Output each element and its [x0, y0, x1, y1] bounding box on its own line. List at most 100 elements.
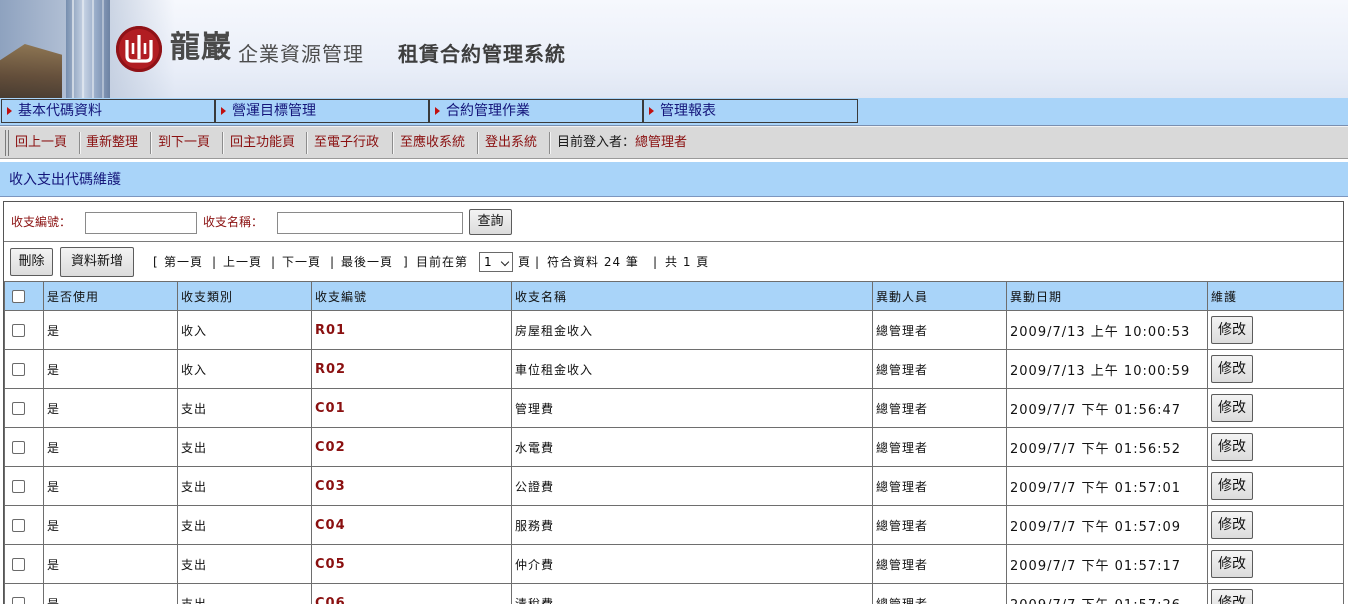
- action-cell: 修改: [1207, 349, 1344, 389]
- row-checkbox[interactable]: [12, 597, 25, 604]
- name-cell: 服務費: [511, 505, 873, 545]
- pager-divider: |: [653, 255, 659, 269]
- e-admin-link[interactable]: 至電子行政: [314, 131, 379, 155]
- row-checkbox[interactable]: [12, 441, 25, 454]
- menu-arrow-icon: [7, 107, 12, 115]
- building-image: [66, 0, 110, 98]
- next-page-link[interactable]: 下一頁: [282, 254, 321, 270]
- column-header: 是否使用: [43, 281, 178, 311]
- current-user-name: 總管理者: [635, 135, 688, 150]
- pager-divider: |: [212, 255, 218, 269]
- page-title: 收入支出代碼維護: [0, 162, 1348, 197]
- editor-cell: 總管理者: [872, 388, 1007, 428]
- code-cell: R01: [311, 310, 512, 350]
- toolbar: 回上一頁 重新整理 到下一頁 回主功能頁 至電子行政 至應收系統 登出系統 目前…: [0, 126, 1348, 159]
- select-all-checkbox[interactable]: [12, 290, 25, 303]
- column-header: 收支類別: [177, 281, 312, 311]
- last-page-link[interactable]: 最後一頁: [341, 254, 393, 270]
- current-page-suffix: 頁: [518, 255, 532, 269]
- code-cell: C05: [311, 544, 512, 584]
- menu-reports[interactable]: 管理報表: [643, 99, 858, 123]
- action-cell: 修改: [1207, 466, 1344, 506]
- row-checkbox[interactable]: [12, 558, 25, 571]
- table-header-row: 是否使用 收支類別 收支編號 收支名稱 異動人員 異動日期 維護: [4, 281, 1344, 311]
- edit-button[interactable]: 修改: [1211, 394, 1253, 422]
- active-cell: 是: [43, 349, 178, 389]
- type-cell: 支出: [177, 427, 312, 467]
- add-record-button[interactable]: 資料新增: [60, 247, 134, 277]
- go-forward-link[interactable]: 到下一頁: [158, 131, 210, 155]
- row-checkbox[interactable]: [12, 324, 25, 337]
- active-cell: 是: [43, 310, 178, 350]
- name-search-input[interactable]: [277, 212, 463, 234]
- date-cell: 2009/7/7 下午 01:57:17: [1006, 544, 1208, 584]
- menu-label: 管理報表: [660, 103, 716, 119]
- code-cell: R02: [311, 349, 512, 389]
- pager-close-bracket: ]: [403, 255, 409, 269]
- top-menu-bar: 基本代碼資料 營運目標管理 合約管理作業 管理報表: [0, 98, 1348, 126]
- action-cell: 修改: [1207, 388, 1344, 428]
- code-search-input[interactable]: [85, 212, 197, 234]
- edit-button[interactable]: 修改: [1211, 550, 1253, 578]
- match-count-text: 符合資料 24 筆: [547, 255, 639, 269]
- edit-button[interactable]: 修改: [1211, 355, 1253, 383]
- header-banner: 龍巖 企業資源管理 租賃合約管理系統: [0, 0, 1348, 99]
- type-cell: 收入: [177, 349, 312, 389]
- row-checkbox[interactable]: [12, 363, 25, 376]
- page-number-select[interactable]: 1: [479, 252, 513, 272]
- current-user-label: 目前登入者：: [557, 135, 636, 150]
- edit-button[interactable]: 修改: [1211, 589, 1253, 604]
- brand-subtitle: 企業資源管理: [238, 42, 364, 66]
- active-cell: 是: [43, 388, 178, 428]
- edit-button[interactable]: 修改: [1211, 316, 1253, 344]
- row-checkbox[interactable]: [12, 402, 25, 415]
- first-page-link[interactable]: 第一頁: [164, 254, 203, 270]
- prev-page-link[interactable]: 上一頁: [223, 254, 262, 270]
- menu-label: 營運目標管理: [232, 103, 316, 119]
- toolbar-divider: [549, 132, 550, 154]
- menu-basic-codes[interactable]: 基本代碼資料: [1, 99, 215, 123]
- page: 龍巖 企業資源管理 租賃合約管理系統 基本代碼資料 營運目標管理 合約管理作業 …: [0, 0, 1348, 604]
- system-title: 租賃合約管理系統: [398, 42, 566, 66]
- code-cell: C01: [311, 388, 512, 428]
- chevron-down-icon: [500, 257, 510, 267]
- row-select-cell: [4, 349, 44, 389]
- delete-button[interactable]: 刪除: [10, 248, 53, 276]
- query-button[interactable]: 查詢: [469, 209, 512, 235]
- menu-label: 基本代碼資料: [18, 103, 102, 119]
- go-back-link[interactable]: 回上一頁: [15, 131, 67, 155]
- menu-operation-targets[interactable]: 營運目標管理: [215, 99, 429, 123]
- row-select-cell: [4, 505, 44, 545]
- editor-cell: 總管理者: [872, 427, 1007, 467]
- row-select-cell: [4, 310, 44, 350]
- current-page-prefix: 目前在第: [416, 255, 469, 269]
- name-cell: 房屋租金收入: [511, 310, 873, 350]
- action-cell: 修改: [1207, 427, 1344, 467]
- active-cell: 是: [43, 427, 178, 467]
- edit-button[interactable]: 修改: [1211, 511, 1253, 539]
- name-cell: 管理費: [511, 388, 873, 428]
- data-table: 是否使用 收支類別 收支編號 收支名稱 異動人員 異動日期 維護 是 收入 R0…: [4, 281, 1344, 604]
- main-menu-link[interactable]: 回主功能頁: [230, 131, 295, 155]
- edit-button[interactable]: 修改: [1211, 472, 1253, 500]
- name-cell: 清稅費: [511, 583, 873, 604]
- toolbar-grip-icon: [5, 130, 9, 156]
- current-user-info: 目前登入者：總管理者: [557, 131, 687, 155]
- date-cell: 2009/7/13 上午 10:00:53: [1006, 310, 1208, 350]
- row-checkbox[interactable]: [12, 480, 25, 493]
- type-cell: 支出: [177, 544, 312, 584]
- row-select-cell: [4, 583, 44, 604]
- menu-arrow-icon: [435, 107, 440, 115]
- toolbar-divider: [477, 132, 478, 154]
- name-cell: 車位租金收入: [511, 349, 873, 389]
- total-pages-text: 共 1 頁: [665, 255, 710, 269]
- date-cell: 2009/7/7 下午 01:57:09: [1006, 505, 1208, 545]
- row-checkbox[interactable]: [12, 519, 25, 532]
- receivables-system-link[interactable]: 至應收系統: [400, 131, 465, 155]
- edit-button[interactable]: 修改: [1211, 433, 1253, 461]
- row-select-cell: [4, 427, 44, 467]
- logout-link[interactable]: 登出系統: [485, 131, 537, 155]
- code-search-label: 收支編號：: [11, 215, 72, 229]
- refresh-link[interactable]: 重新整理: [86, 131, 138, 155]
- menu-contract-management[interactable]: 合約管理作業: [429, 99, 643, 123]
